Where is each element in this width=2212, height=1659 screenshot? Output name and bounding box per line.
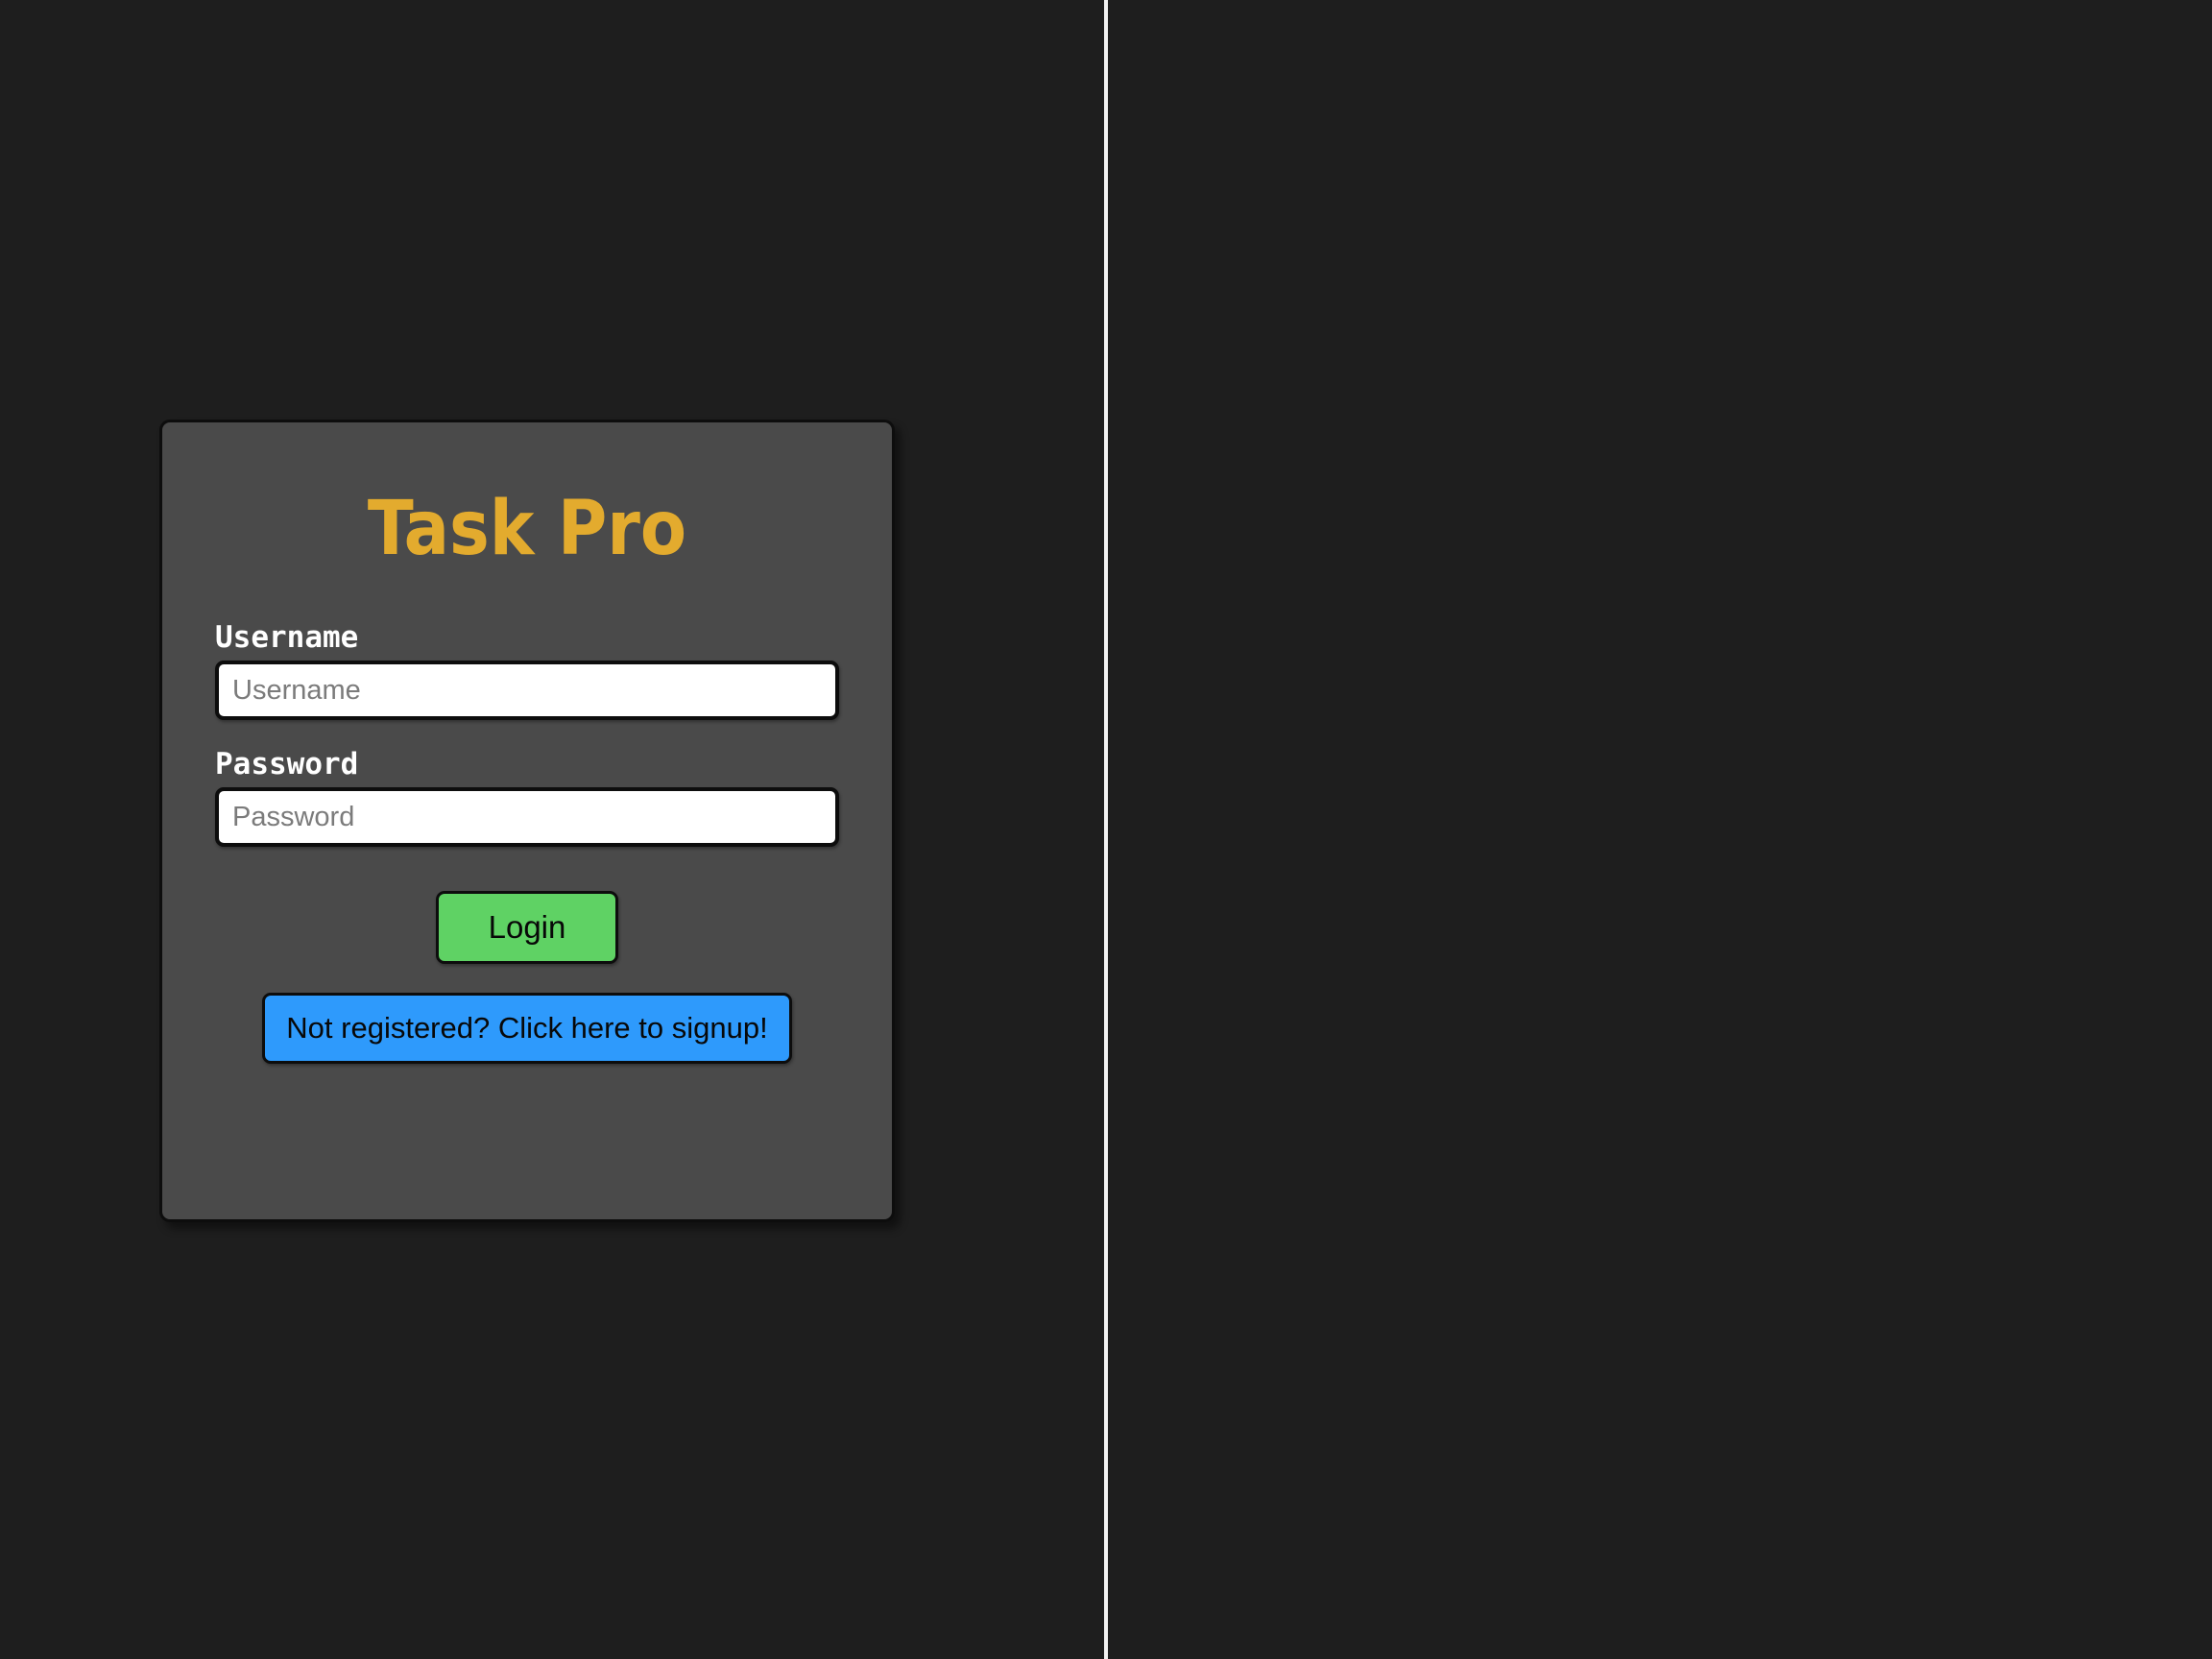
signup-pane: Task Pro Username Email Password Confirm… bbox=[1108, 0, 2212, 1659]
goto-signup-button[interactable]: Not registered? Click here to signup! bbox=[262, 993, 792, 1064]
login-card: Task Pro Username Password Login Not reg… bbox=[159, 420, 895, 1222]
login-switch-row: Not registered? Click here to signup! bbox=[215, 964, 839, 1064]
login-username-label: Username bbox=[215, 620, 359, 655]
login-password-label: Password bbox=[215, 747, 359, 781]
login-pane: Task Pro Username Password Login Not reg… bbox=[0, 0, 1104, 1659]
login-form: Username Password Login Not registered? … bbox=[162, 566, 892, 1064]
screenshot-root: Task Pro Username Password Login Not reg… bbox=[0, 0, 2212, 1659]
login-username-input[interactable] bbox=[215, 661, 839, 720]
app-title: Task Pro bbox=[367, 486, 687, 572]
login-submit-row: Login bbox=[215, 874, 839, 964]
login-password-input[interactable] bbox=[215, 787, 839, 847]
login-button[interactable]: Login bbox=[435, 891, 619, 964]
